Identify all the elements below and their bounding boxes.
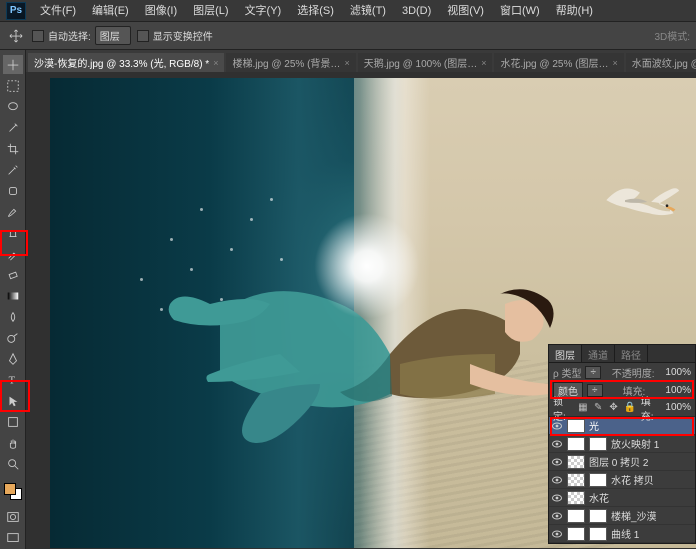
opacity-label: 不透明度: — [612, 365, 655, 380]
layer-name: 水花 — [589, 490, 693, 505]
visibility-icon[interactable] — [551, 528, 563, 540]
menu-2[interactable]: 图像(I) — [137, 0, 185, 22]
visibility-icon[interactable] — [551, 474, 563, 486]
menu-1[interactable]: 编辑(E) — [84, 0, 137, 22]
quick-mask-tool[interactable] — [3, 508, 23, 527]
doc-tab-0[interactable]: 沙漠-恢复的.jpg @ 33.3% (光, RGB/8) *× — [28, 53, 224, 72]
layer-name: 曲线 1 — [611, 526, 693, 541]
move-tool[interactable] — [3, 55, 23, 74]
layer-row[interactable]: 图层 0 拷贝 2 — [549, 453, 695, 471]
dodge-tool[interactable] — [3, 329, 23, 348]
lock-position-icon[interactable]: ✥ — [608, 402, 618, 414]
eraser-tool[interactable] — [3, 265, 23, 284]
options-bar: 自动选择: 图层 显示变换控件 3D模式: — [0, 22, 696, 50]
layer-name: 楼梯_沙漠 — [589, 544, 693, 545]
auto-select-mode[interactable]: 图层 — [95, 26, 131, 45]
menu-3[interactable]: 图层(L) — [185, 0, 236, 22]
hand-tool[interactable] — [3, 434, 23, 453]
move-tool-indicator — [6, 26, 26, 46]
zoom-tool[interactable] — [3, 455, 23, 474]
healing-brush-tool[interactable] — [3, 181, 23, 200]
crop-tool[interactable] — [3, 139, 23, 158]
layer-row[interactable]: 楼梯_沙漠 — [549, 543, 695, 545]
tab-channels[interactable]: 通道 — [582, 345, 615, 362]
layer-row[interactable]: 曲线 1 — [549, 525, 695, 543]
layer-row[interactable]: 楼梯_沙漠 — [549, 507, 695, 525]
color-swatches[interactable] — [2, 481, 24, 502]
menu-5[interactable]: 选择(S) — [289, 0, 342, 22]
highlight-blend-row — [550, 380, 694, 399]
doc-tab-2[interactable]: 天鹅.jpg @ 100% (图层…× — [358, 53, 493, 72]
layer-name: 放火映射 1 — [611, 436, 693, 451]
menu-4[interactable]: 文字(Y) — [237, 0, 290, 22]
close-icon[interactable]: × — [213, 58, 218, 68]
blur-tool[interactable] — [3, 308, 23, 327]
menu-7[interactable]: 3D(D) — [394, 0, 439, 22]
lasso-tool[interactable] — [3, 97, 23, 116]
eyedropper-tool[interactable] — [3, 160, 23, 179]
layers-panel: 图层 通道 路径 ρ 类型 ÷ 不透明度: 100% 颜色 ÷ 填充: 100%… — [548, 344, 696, 544]
pen-tool[interactable] — [3, 350, 23, 369]
visibility-icon[interactable] — [551, 438, 563, 450]
visibility-icon[interactable] — [551, 492, 563, 504]
close-icon[interactable]: × — [344, 58, 349, 68]
seagull — [596, 174, 682, 230]
marquee-tool[interactable] — [3, 76, 23, 95]
show-transform-checkbox[interactable] — [137, 30, 149, 42]
menu-6[interactable]: 滤镜(T) — [342, 0, 394, 22]
highlight-swatches — [0, 380, 30, 412]
menu-10[interactable]: 帮助(H) — [548, 0, 601, 22]
menu-9[interactable]: 窗口(W) — [492, 0, 548, 22]
layer-row[interactable]: 水花 — [549, 489, 695, 507]
auto-select-label: 自动选择: — [48, 28, 91, 43]
layer-name: 楼梯_沙漠 — [611, 508, 693, 523]
opacity-value[interactable]: 100% — [665, 367, 691, 378]
lock-transparent-icon[interactable]: ▦ — [578, 402, 588, 414]
kind-filter[interactable]: ÷ — [585, 366, 601, 379]
close-icon[interactable]: × — [481, 58, 486, 68]
magic-wand-tool[interactable] — [3, 118, 23, 137]
shape-tool[interactable] — [3, 413, 23, 432]
visibility-icon[interactable] — [551, 456, 563, 468]
layer-row[interactable]: 放火映射 1 — [549, 435, 695, 453]
menu-0[interactable]: 文件(F) — [32, 0, 84, 22]
lock-all-icon[interactable]: 🔒 — [624, 402, 636, 414]
kind-label: ρ 类型 — [553, 365, 581, 380]
show-transform-label: 显示变换控件 — [153, 28, 213, 43]
doc-tab-1[interactable]: 楼梯.jpg @ 25% (背景…× — [226, 53, 355, 72]
doc-tab-4[interactable]: 水面波纹.jpg @ 33.3%…× — [626, 53, 696, 72]
tab-paths[interactable]: 路径 — [615, 345, 648, 362]
tab-layers[interactable]: 图层 — [549, 345, 582, 362]
gradient-tool[interactable] — [3, 287, 23, 306]
layer-row[interactable]: 水花 拷贝 — [549, 471, 695, 489]
app-logo: Ps — [6, 2, 26, 20]
tools-panel: T — [0, 50, 26, 549]
close-icon[interactable]: × — [612, 58, 617, 68]
highlight-selected-layer — [550, 417, 694, 436]
layer-name: 图层 0 拷贝 2 — [589, 454, 693, 469]
brush-tool[interactable] — [3, 202, 23, 221]
document-tabs: 沙漠-恢复的.jpg @ 33.3% (光, RGB/8) *×楼梯.jpg @… — [0, 50, 696, 72]
doc-tab-3[interactable]: 水花.jpg @ 25% (图层…× — [494, 53, 623, 72]
screen-mode-tool[interactable] — [3, 529, 23, 548]
fill-value2[interactable]: 100% — [665, 402, 691, 413]
lock-brush-icon[interactable]: ✎ — [593, 402, 603, 414]
layer-name: 水花 拷贝 — [611, 472, 693, 487]
menu-8[interactable]: 视图(V) — [439, 0, 492, 22]
auto-select-checkbox[interactable] — [32, 30, 44, 42]
visibility-icon[interactable] — [551, 510, 563, 522]
3d-mode-label: 3D模式: — [654, 28, 690, 43]
highlight-gradient-tool — [0, 230, 28, 256]
